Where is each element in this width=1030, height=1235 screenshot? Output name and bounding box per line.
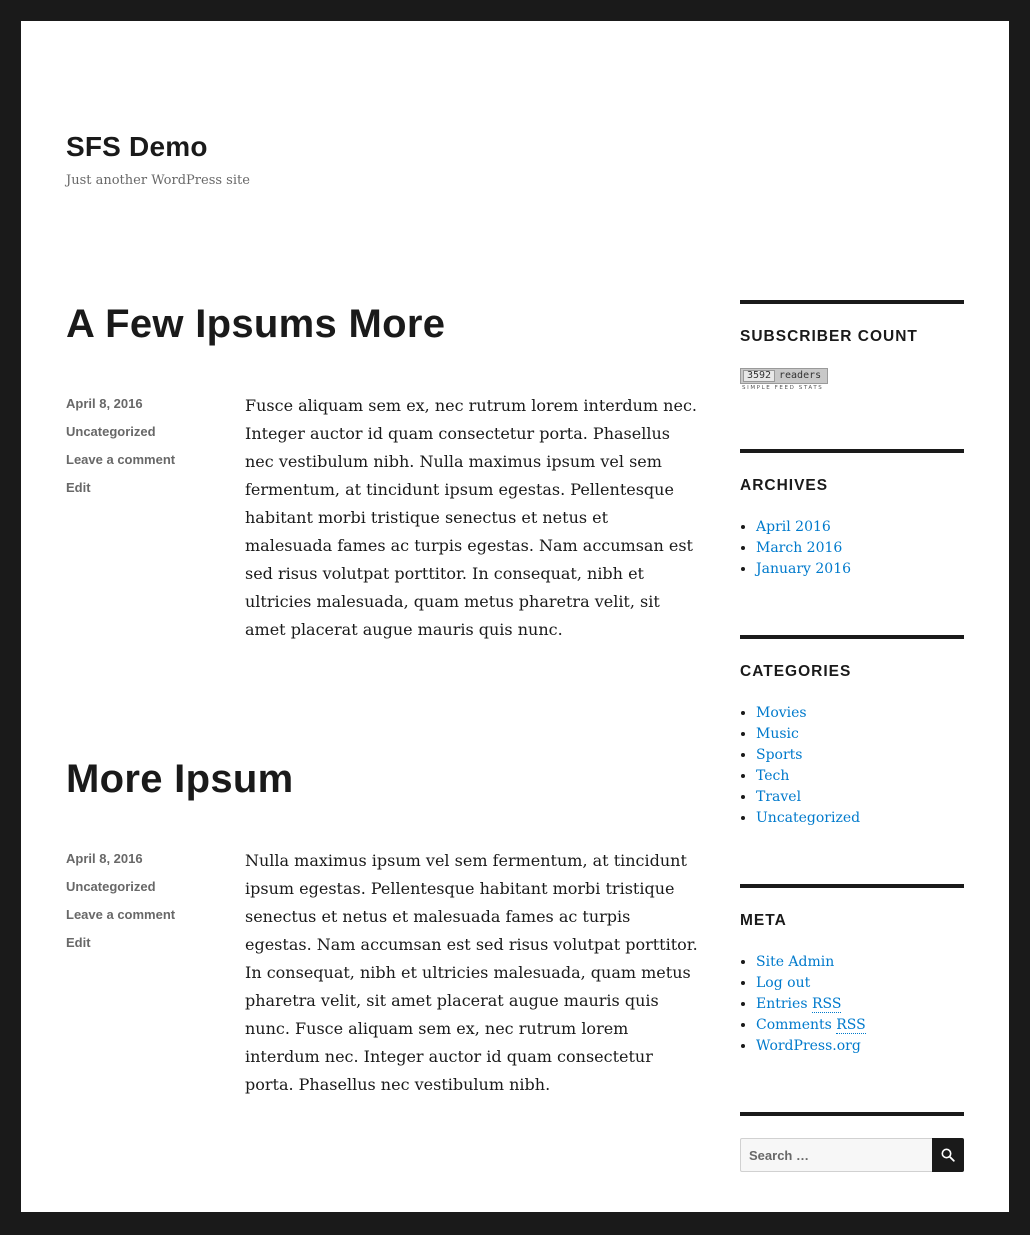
site-description: Just another WordPress site xyxy=(66,173,250,188)
category-link[interactable]: Uncategorized xyxy=(756,810,860,826)
post-category[interactable]: Uncategorized xyxy=(66,877,236,905)
category-link[interactable]: Sports xyxy=(756,747,802,763)
widget-title: CATEGORIES xyxy=(740,663,852,680)
entries-rss-link[interactable]: Entries RSS xyxy=(756,996,842,1013)
rss-abbr: RSS xyxy=(811,996,842,1013)
list-item: January 2016 xyxy=(756,559,964,580)
widget-title: ARCHIVES xyxy=(740,477,829,494)
leave-comment-link[interactable]: Leave a comment xyxy=(66,450,236,478)
widget-title: META xyxy=(740,912,787,929)
site-title[interactable]: SFS Demo xyxy=(66,131,208,163)
search-form xyxy=(740,1138,964,1172)
category-link[interactable]: Travel xyxy=(756,789,801,805)
list-item: Travel xyxy=(756,787,964,808)
list-item: Movies xyxy=(756,703,964,724)
badge-caption: SIMPLE FEED STATS xyxy=(742,385,824,391)
log-out-link[interactable]: Log out xyxy=(756,975,810,991)
post-content: Fusce aliquam sem ex, nec rutrum lorem i… xyxy=(245,392,700,644)
list-item: Uncategorized xyxy=(756,808,964,829)
archive-link[interactable]: April 2016 xyxy=(756,519,831,535)
post-title[interactable]: A Few Ipsums More xyxy=(66,302,445,347)
category-link[interactable]: Movies xyxy=(756,705,807,721)
list-item: Tech xyxy=(756,766,964,787)
list-item: Site Admin xyxy=(756,952,964,973)
meta-widget: META Site Admin Log out Entries RSS Comm… xyxy=(740,884,964,1057)
edit-link[interactable]: Edit xyxy=(66,933,236,961)
comments-rss-link[interactable]: Comments RSS xyxy=(756,1017,866,1034)
archives-widget: ARCHIVES April 2016 March 2016 January 2… xyxy=(740,449,964,580)
list-item: Sports xyxy=(756,745,964,766)
post-paragraph: Nulla maximus ipsum vel sem fermentum, a… xyxy=(245,851,698,1094)
post-meta: April 8, 2016 Uncategorized Leave a comm… xyxy=(66,394,236,506)
list-item: Entries RSS xyxy=(756,994,964,1015)
category-link[interactable]: Music xyxy=(756,726,799,742)
archive-link[interactable]: January 2016 xyxy=(756,561,851,577)
meta-list: Site Admin Log out Entries RSS Comments … xyxy=(740,952,964,1057)
post-title[interactable]: More Ipsum xyxy=(66,757,293,802)
site-page: SFS Demo Just another WordPress site A F… xyxy=(21,21,1009,1212)
widget-title: SUBSCRIBER COUNT xyxy=(740,328,918,345)
post-category[interactable]: Uncategorized xyxy=(66,422,236,450)
wordpress-org-link[interactable]: WordPress.org xyxy=(756,1038,861,1054)
list-item: Music xyxy=(756,724,964,745)
search-widget-divider xyxy=(740,1112,964,1116)
post-paragraph: Fusce aliquam sem ex, nec rutrum lorem i… xyxy=(245,396,697,639)
post-date[interactable]: April 8, 2016 xyxy=(66,394,236,422)
post-date[interactable]: April 8, 2016 xyxy=(66,849,236,877)
edit-link[interactable]: Edit xyxy=(66,478,236,506)
search-input[interactable] xyxy=(740,1138,932,1172)
archives-list: April 2016 March 2016 January 2016 xyxy=(740,517,964,580)
post-content: Nulla maximus ipsum vel sem fermentum, a… xyxy=(245,847,700,1099)
post-meta: April 8, 2016 Uncategorized Leave a comm… xyxy=(66,849,236,961)
reader-unit: readers xyxy=(779,370,822,381)
site-admin-link[interactable]: Site Admin xyxy=(756,954,834,970)
rss-abbr: RSS xyxy=(836,1017,866,1034)
category-link[interactable]: Tech xyxy=(756,768,789,784)
search-button[interactable] xyxy=(932,1138,964,1172)
subscriber-count-widget: SUBSCRIBER COUNT 3592 readers SIMPLE FEE… xyxy=(740,300,964,394)
list-item: April 2016 xyxy=(756,517,964,538)
reader-count: 3592 xyxy=(743,370,775,382)
list-item: Comments RSS xyxy=(756,1015,964,1036)
search-icon xyxy=(941,1148,955,1162)
archive-link[interactable]: March 2016 xyxy=(756,540,842,556)
categories-widget: CATEGORIES Movies Music Sports Tech Trav… xyxy=(740,635,964,829)
categories-list: Movies Music Sports Tech Travel Uncatego… xyxy=(740,703,964,829)
list-item: March 2016 xyxy=(756,538,964,559)
list-item: Log out xyxy=(756,973,964,994)
leave-comment-link[interactable]: Leave a comment xyxy=(66,905,236,933)
feed-stats-badge[interactable]: 3592 readers SIMPLE FEED STATS xyxy=(740,368,828,391)
list-item: WordPress.org xyxy=(756,1036,964,1057)
